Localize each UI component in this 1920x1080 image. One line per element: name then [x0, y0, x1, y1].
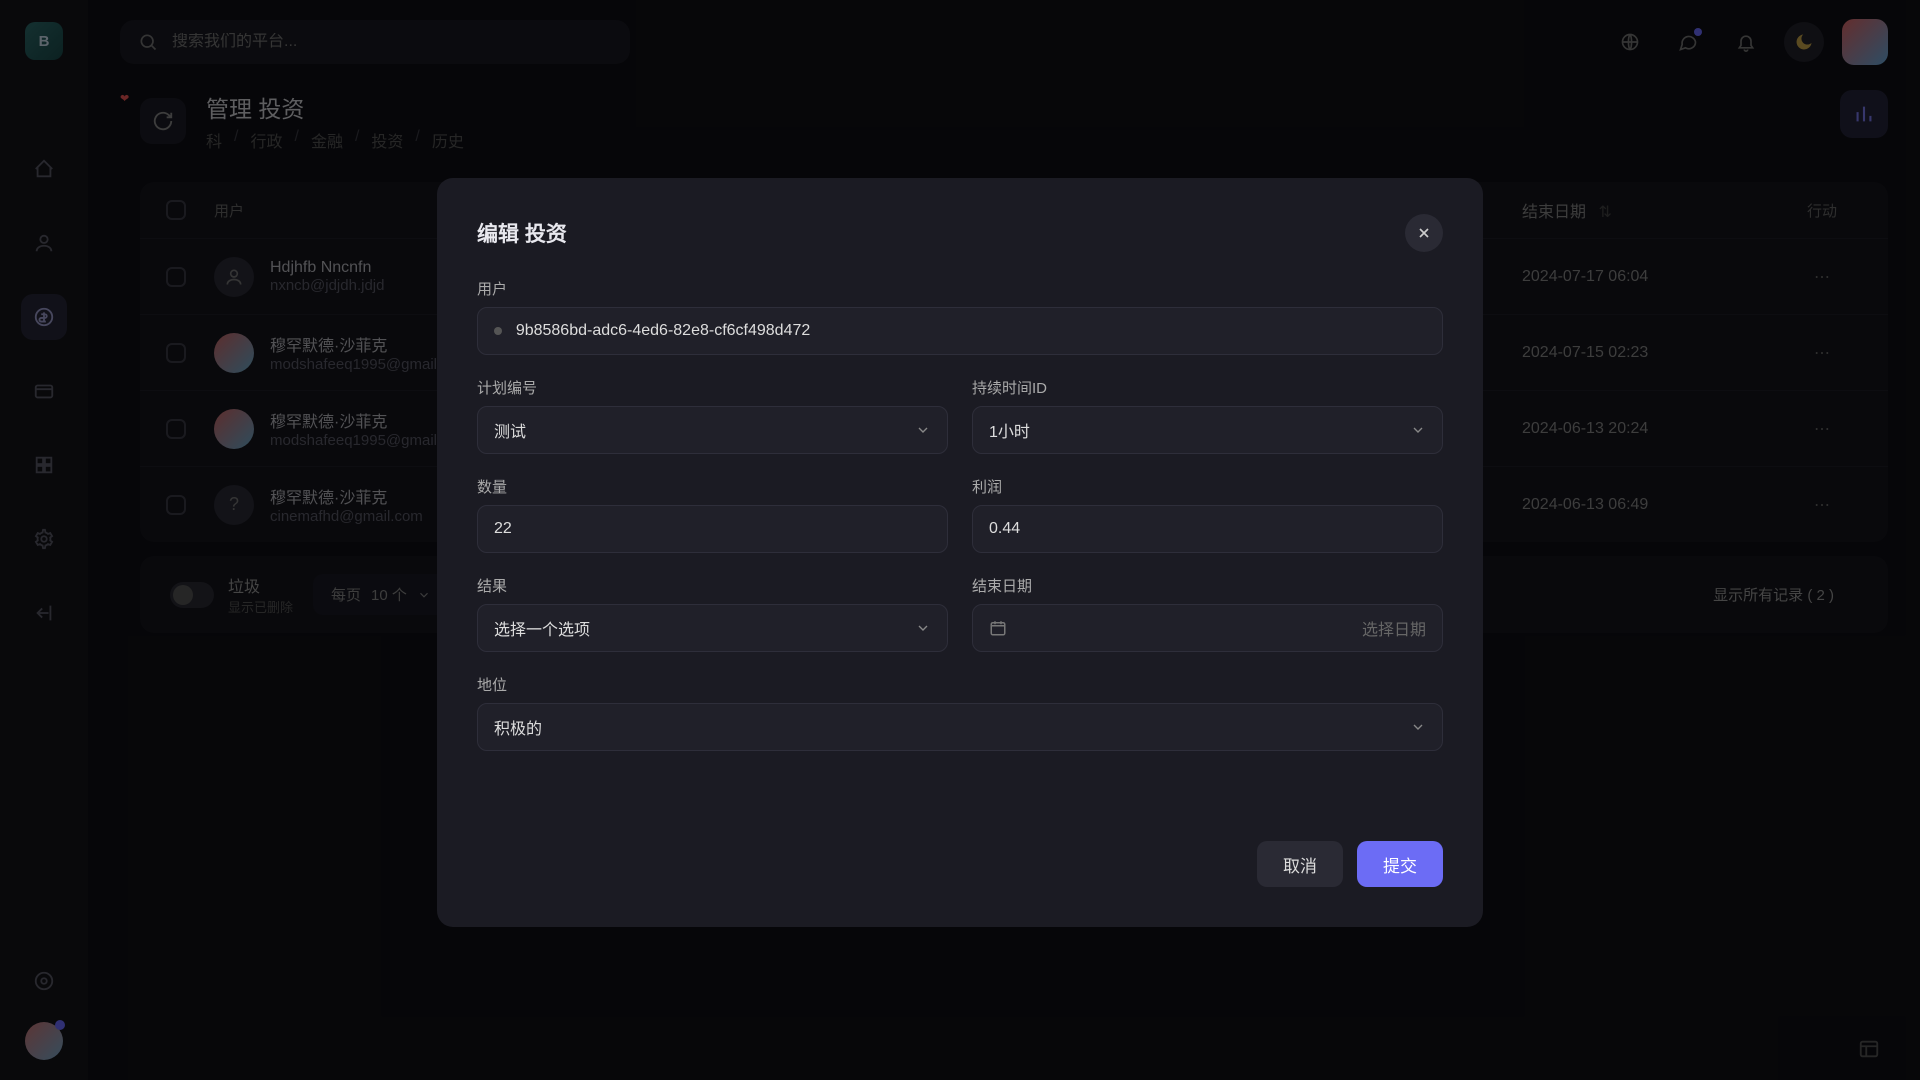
label-end-date: 结束日期 — [972, 575, 1443, 596]
label-result: 结果 — [477, 575, 948, 596]
duration-select[interactable]: 1小时 — [972, 406, 1443, 454]
profit-input-wrap — [972, 505, 1443, 553]
chevron-down-icon — [915, 620, 931, 636]
close-button[interactable] — [1405, 214, 1443, 252]
label-plan: 计划编号 — [477, 377, 948, 398]
label-amount: 数量 — [477, 476, 948, 497]
chevron-down-icon — [915, 422, 931, 438]
chevron-down-icon — [1410, 422, 1426, 438]
label-duration: 持续时间ID — [972, 377, 1443, 398]
label-status: 地位 — [477, 674, 1443, 695]
calendar-icon — [989, 619, 1007, 637]
plan-select[interactable]: 测试 — [477, 406, 948, 454]
end-date-input[interactable]: 选择日期 — [972, 604, 1443, 652]
date-placeholder: 选择日期 — [1362, 616, 1426, 640]
result-select[interactable]: 选择一个选项 — [477, 604, 948, 652]
user-field[interactable] — [516, 322, 1426, 340]
cancel-button[interactable]: 取消 — [1257, 841, 1343, 887]
profit-input[interactable] — [989, 520, 1426, 538]
submit-button[interactable]: 提交 — [1357, 841, 1443, 887]
label-user: 用户 — [477, 278, 1443, 299]
user-input[interactable] — [477, 307, 1443, 355]
amount-input-wrap — [477, 505, 948, 553]
chevron-down-icon — [1410, 719, 1426, 735]
edit-investment-modal: 编辑 投资 用户 计划编号 测试 持续时间ID 1小时 — [437, 178, 1483, 927]
amount-input[interactable] — [494, 520, 931, 538]
modal-title: 编辑 投资 — [477, 218, 567, 248]
status-select[interactable]: 积极的 — [477, 703, 1443, 751]
status-dot-icon — [494, 327, 502, 335]
label-profit: 利润 — [972, 476, 1443, 497]
